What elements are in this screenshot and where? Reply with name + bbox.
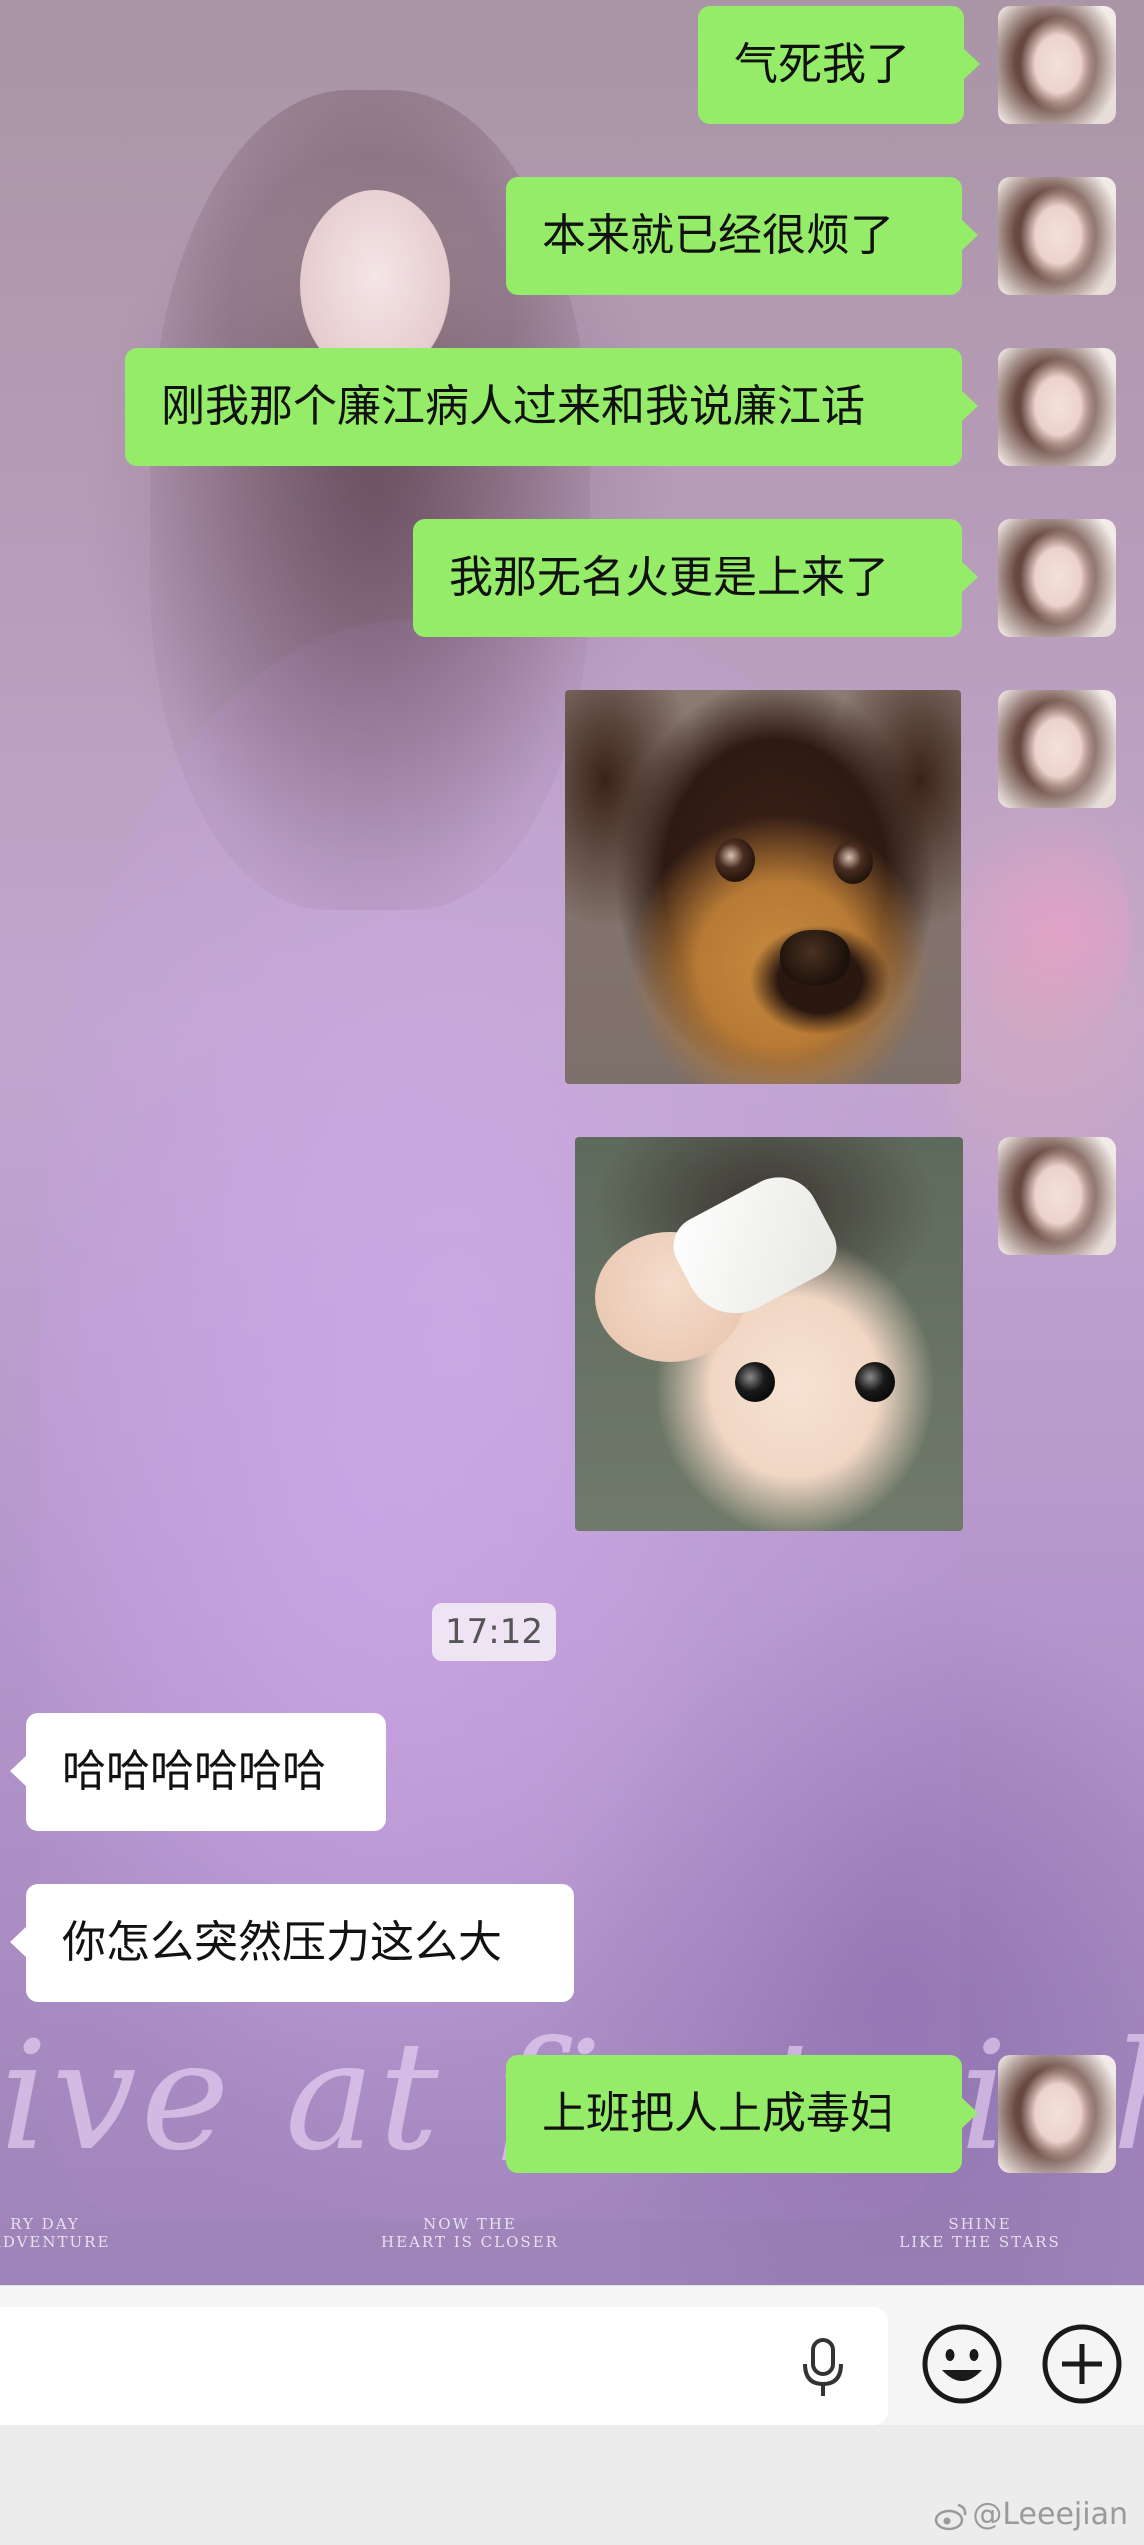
chat-message-list[interactable]: 气死我了 本来就已经很烦了 刚我那个廉江病人过来和我说廉江话 我那无名火更是上来… xyxy=(0,0,1144,2285)
dog-nose xyxy=(780,930,850,985)
message-bubble[interactable]: 气死我了 xyxy=(698,6,980,124)
my-avatar[interactable] xyxy=(998,177,1116,295)
watermark-text: @Leeejian xyxy=(972,2497,1128,2532)
my-avatar[interactable] xyxy=(998,1137,1116,1255)
baby-towel-sticker[interactable] xyxy=(575,1137,963,1531)
message-input[interactable] xyxy=(0,2307,888,2425)
my-avatar[interactable] xyxy=(998,690,1116,808)
voice-mic-icon[interactable] xyxy=(800,2338,846,2398)
message-bubble[interactable]: 我那无名火更是上来了 xyxy=(413,519,978,637)
message-bubble-incoming[interactable]: 你怎么突然压力这么大 xyxy=(10,1884,574,2002)
message-bubble[interactable]: 刚我那个廉江病人过来和我说廉江话 xyxy=(125,348,978,466)
plus-icon[interactable] xyxy=(1040,2322,1124,2406)
my-avatar[interactable] xyxy=(998,348,1116,466)
message-bubble[interactable]: 上班把人上成毒妇 xyxy=(506,2055,978,2173)
emoji-smiley-icon[interactable] xyxy=(920,2322,1004,2406)
message-bubble-incoming[interactable]: 哈哈哈哈哈哈 xyxy=(10,1713,386,1831)
my-avatar[interactable] xyxy=(998,6,1116,124)
dog-eye xyxy=(715,838,755,882)
my-avatar[interactable] xyxy=(998,519,1116,637)
weibo-logo-icon xyxy=(935,2503,967,2530)
message-bubble[interactable]: 本来就已经很烦了 xyxy=(506,177,978,295)
baby-eye xyxy=(855,1362,895,1402)
watermark: @Leeejian xyxy=(934,2495,1128,2535)
dog-sticker[interactable] xyxy=(565,690,961,1084)
my-avatar[interactable] xyxy=(998,2055,1116,2173)
chat-timestamp: 17:12 xyxy=(432,1603,556,1661)
dog-eye xyxy=(833,840,873,884)
baby-eye xyxy=(735,1362,775,1402)
